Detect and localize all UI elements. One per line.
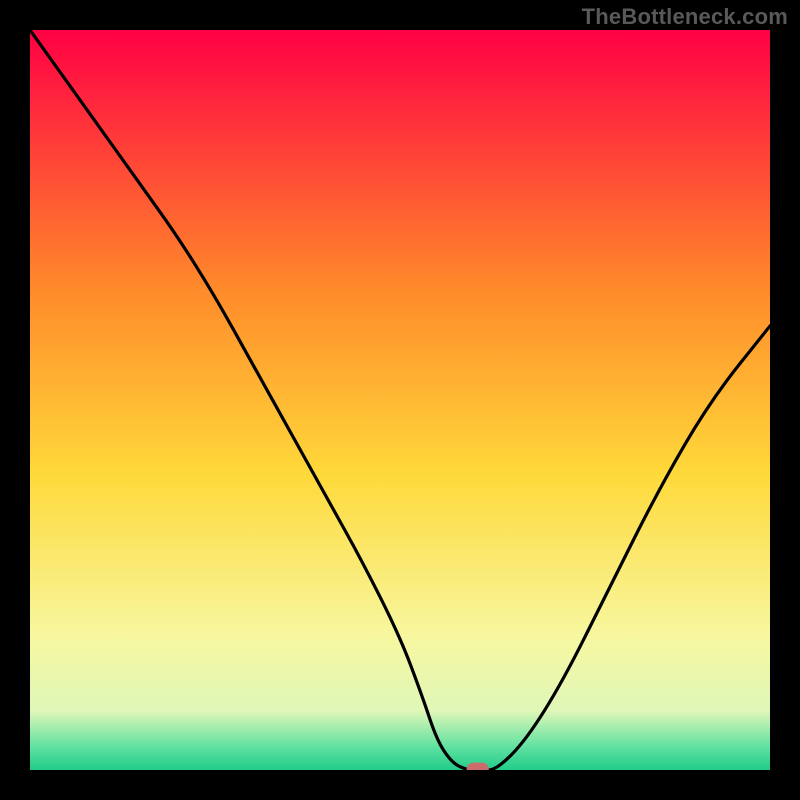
plot-area (30, 30, 770, 770)
optimal-marker (467, 763, 489, 770)
chart-frame: TheBottleneck.com (0, 0, 800, 800)
watermark-text: TheBottleneck.com (582, 4, 788, 30)
chart-svg (30, 30, 770, 770)
gradient-background (30, 30, 770, 770)
